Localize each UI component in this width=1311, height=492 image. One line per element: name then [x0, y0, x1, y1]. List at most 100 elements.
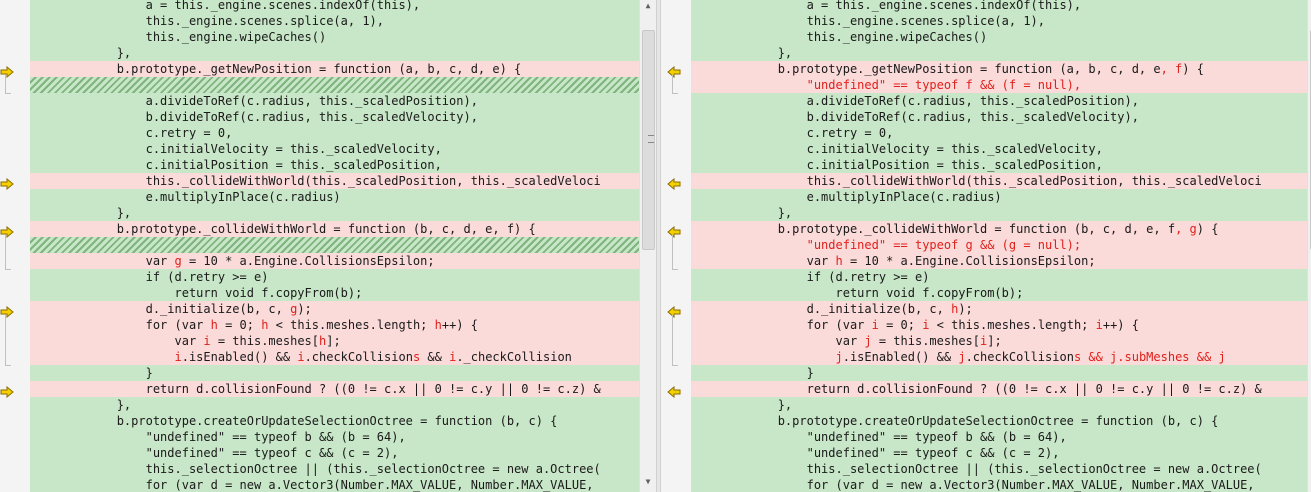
code-text: this._engine.wipeCaches() [691, 30, 988, 44]
code-text: = 10 * a.Engine.CollisionsEpsilon; [181, 254, 435, 268]
code-text: d._initialize(b, c, [30, 302, 291, 316]
code-text: = 10 * a.Engine.CollisionsEpsilon; [842, 254, 1096, 268]
code-text: = this.meshes[ [871, 334, 980, 348]
code-line: c.initialVelocity = this._scaledVelocity… [30, 141, 639, 157]
changed-token: , f [1160, 62, 1183, 76]
code-line: this._selectionOctree || (this._selectio… [691, 461, 1307, 477]
code-line: var h = 10 * a.Engine.CollisionsEpsilon; [691, 253, 1307, 269]
yellow-arrow-icon[interactable] [0, 383, 14, 399]
code-line: var j = this.meshes[i]; [691, 333, 1307, 349]
code-text: this._engine.scenes.splice(a, 1), [30, 14, 385, 28]
scroll-up-icon[interactable]: ▲ [642, 0, 654, 12]
grip-icon [648, 135, 654, 143]
code-text: ]; [987, 334, 1002, 348]
code-text: ); [297, 302, 312, 316]
code-line: return void f.copyFrom(b); [691, 285, 1307, 301]
code-text: }, [691, 206, 793, 220]
code-line: b.divideToRef(c.radius, this._scaledVelo… [30, 109, 639, 125]
code-text: b.prototype._getNewPosition = function (… [691, 62, 1161, 76]
code-text: var [691, 334, 865, 348]
code-text: .isEnabled() && [842, 350, 959, 364]
code-text: = 0; [217, 318, 262, 332]
code-line: this._engine.scenes.splice(a, 1), [30, 13, 639, 29]
code-line: d._initialize(b, c, h); [691, 301, 1307, 317]
changed-token: "undefined" == typeof f && (f = null), [691, 78, 1082, 92]
right-gutter [661, 0, 691, 492]
code-line: return d.collisionFound ? ((0 != c.x || … [691, 381, 1307, 397]
code-line: b.prototype._getNewPosition = function (… [30, 61, 639, 77]
code-line: a = this._engine.scenes.indexOf(this), [30, 0, 639, 13]
code-text: for (var d = new a.Vector3(Number.MAX_VA… [30, 478, 594, 492]
code-line: }, [691, 205, 1307, 221]
code-text: ) { [1196, 222, 1219, 236]
change-block-bracket [672, 75, 678, 94]
changed-token: i [871, 318, 879, 332]
changed-token: h [210, 318, 218, 332]
code-text: e.multiplyInPlace(c.radius) [691, 190, 1002, 204]
yellow-arrow-icon[interactable] [0, 223, 14, 239]
code-line: return d.collisionFound ? ((0 != c.x || … [30, 381, 639, 397]
code-text: this._collideWithWorld(this._scaledPosit… [691, 174, 1262, 188]
code-line: this._collideWithWorld(this._scaledPosit… [691, 173, 1307, 189]
code-line: e.multiplyInPlace(c.radius) [691, 189, 1307, 205]
left-vertical-scrollbar[interactable]: ▲ ▼ [639, 0, 656, 492]
right-code-view[interactable]: a = this._engine.scenes.indexOf(this), t… [691, 0, 1307, 492]
code-line: var g = 10 * a.Engine.CollisionsEpsilon; [30, 253, 639, 269]
code-line: b.prototype.createOrUpdateSelectionOctre… [30, 413, 639, 429]
code-line: if (d.retry >= e) [691, 269, 1307, 285]
scroll-down-icon[interactable]: ▼ [642, 476, 654, 488]
code-line: "undefined" == typeof c && (c = 2), [691, 445, 1307, 461]
yellow-arrow-icon[interactable] [667, 175, 681, 191]
code-line: "undefined" == typeof f && (f = null), [691, 77, 1307, 93]
yellow-arrow-icon[interactable] [0, 63, 14, 79]
changed-token: h [434, 318, 442, 332]
yellow-arrow-icon[interactable] [667, 63, 681, 79]
left-code-view[interactable]: a = this._engine.scenes.indexOf(this), t… [30, 0, 639, 492]
right-vertical-scrollbar[interactable]: ▲ ▼ [1307, 0, 1311, 492]
code-text: b.prototype.createOrUpdateSelectionOctre… [30, 414, 558, 428]
code-line: return void f.copyFrom(b); [30, 285, 639, 301]
yellow-arrow-icon[interactable] [667, 303, 681, 319]
code-line: e.multiplyInPlace(c.radius) [30, 189, 639, 205]
code-line: } [691, 365, 1307, 381]
right-diff-pane[interactable]: a = this._engine.scenes.indexOf(this), t… [661, 0, 1311, 492]
code-line: }, [30, 397, 639, 413]
yellow-arrow-icon[interactable] [667, 223, 681, 239]
code-line: "undefined" == typeof c && (c = 2), [30, 445, 639, 461]
code-text: c.initialVelocity = this._scaledVelocity… [691, 142, 1103, 156]
code-text: ++) { [1102, 318, 1139, 332]
code-text: b.divideToRef(c.radius, this._scaledVelo… [30, 110, 478, 124]
code-text: b.prototype.createOrUpdateSelectionOctre… [691, 414, 1219, 428]
yellow-arrow-icon[interactable] [667, 383, 681, 399]
code-line: c.retry = 0, [691, 125, 1307, 141]
code-line: b.prototype.createOrUpdateSelectionOctre… [691, 413, 1307, 429]
code-text: this._engine.scenes.splice(a, 1), [691, 14, 1046, 28]
code-line: b.prototype._collideWithWorld = function… [30, 221, 639, 237]
code-text: .checkCollision [304, 350, 413, 364]
yellow-arrow-icon[interactable] [0, 303, 14, 319]
left-diff-pane[interactable]: a = this._engine.scenes.indexOf(this), t… [0, 0, 656, 492]
code-text: return void f.copyFrom(b); [691, 286, 1024, 300]
changed-token: g [174, 254, 182, 268]
code-text: for (var [691, 318, 872, 332]
code-text: && [420, 350, 450, 364]
code-text: "undefined" == typeof b && (b = 64), [691, 430, 1067, 444]
code-text: a.divideToRef(c.radius, this._scaledPosi… [691, 94, 1139, 108]
code-text: } [691, 366, 814, 380]
change-block-bracket [672, 235, 678, 270]
left-gutter [0, 0, 30, 492]
code-text: "undefined" == typeof c && (c = 2), [691, 446, 1060, 460]
change-block-bracket [5, 315, 11, 366]
left-scrollbar-thumb[interactable] [642, 30, 655, 250]
code-text: ]; [326, 334, 341, 348]
code-line: var i = this.meshes[h]; [30, 333, 639, 349]
code-line: }, [691, 397, 1307, 413]
code-line: a = this._engine.scenes.indexOf(this), [691, 0, 1307, 13]
code-text: = 0; [878, 318, 923, 332]
code-line: d._initialize(b, c, g); [30, 301, 639, 317]
code-line: c.initialPosition = this._scaledPosition… [30, 157, 639, 173]
code-text: this._selectionOctree || (this._selectio… [691, 462, 1262, 476]
code-line: }, [30, 45, 639, 61]
yellow-arrow-icon[interactable] [0, 175, 14, 191]
